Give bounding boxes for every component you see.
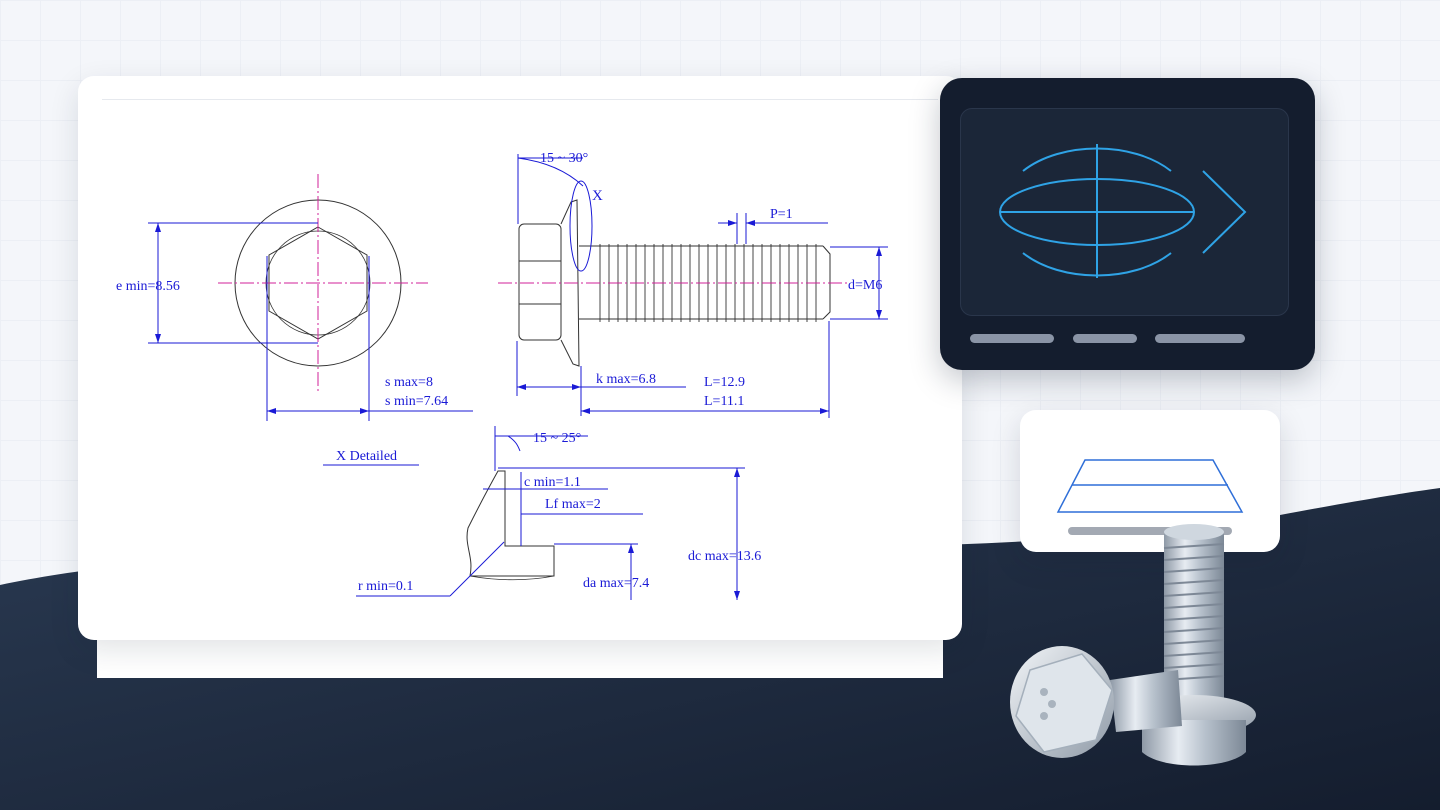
technical-drawing-card: 15 ~ 30° X P=1 e min=8.56 d=M6 s max=8 s… [78,76,962,640]
indicator-bar [970,334,1054,343]
dc-max-label: dc max=13.6 [688,549,761,564]
flange-bolt-photo [1010,524,1256,766]
k-max-label: k max=6.8 [596,372,656,387]
c-min-label: c min=1.1 [524,475,581,490]
angle-head-label: 15 ~ 30° [540,151,588,166]
s-max-label: s max=8 [385,375,433,390]
thread-profile-icon [999,144,1247,278]
dark-monitor-card [940,78,1315,370]
lf-max-label: Lf max=2 [545,497,601,512]
indicator-bar [1155,334,1245,343]
detail-title-label: X Detailed [336,449,397,464]
thread-diameter-label: d=M6 [848,278,882,293]
bolt-technical-drawing: 15 ~ 30° X P=1 e min=8.56 d=M6 s max=8 s… [116,151,888,600]
e-min-label: e min=8.56 [116,279,180,294]
pitch-label: P=1 [770,207,793,222]
indicator-bar [1073,334,1137,343]
s-min-label: s min=7.64 [385,394,448,409]
angle-flange-label: 15 ~ 25° [533,431,581,446]
da-max-label: da max=7.4 [583,576,649,591]
detail-marker-label: X [592,188,603,204]
screen-panel [960,108,1289,316]
r-min-label: r min=0.1 [358,579,413,594]
length-max-label: L=12.9 [704,375,745,390]
length-min-label: L=11.1 [704,394,744,409]
